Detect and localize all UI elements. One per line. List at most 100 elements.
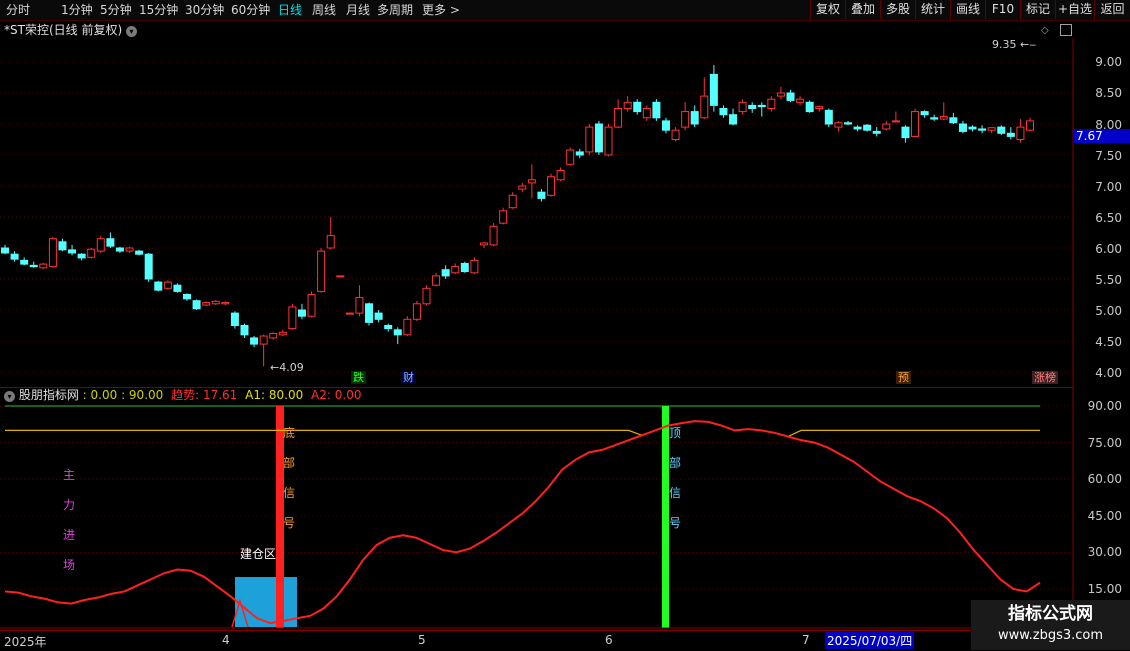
price-tick: 6.00 xyxy=(1095,242,1122,256)
candle-body xyxy=(872,130,881,134)
f10-button[interactable]: F10 xyxy=(985,0,1020,19)
marker-die[interactable]: 跌 xyxy=(351,371,366,384)
candle-body xyxy=(719,108,728,116)
candle-body xyxy=(115,247,124,252)
candle-body xyxy=(336,275,345,278)
a1-line xyxy=(5,420,1040,438)
candle-body xyxy=(1006,132,1015,137)
candle-body xyxy=(642,108,651,119)
statistics-button[interactable]: 统计 xyxy=(915,0,950,19)
candle-body xyxy=(614,108,623,128)
build-zone-label: 建仓区 xyxy=(240,547,277,561)
candle-body xyxy=(930,117,939,120)
indicator-tick: 45.00 xyxy=(1087,509,1122,523)
period-tab-15min[interactable]: 15分钟 xyxy=(139,2,178,18)
marker-zhangting[interactable]: 涨榜 xyxy=(1032,371,1058,384)
candle-body xyxy=(307,294,316,317)
candle-body xyxy=(1016,126,1025,140)
candle-body xyxy=(882,123,891,130)
candle-body xyxy=(987,127,996,131)
candle-body xyxy=(575,151,584,156)
candle-body xyxy=(230,312,239,327)
candle-body xyxy=(20,259,29,265)
candle-body xyxy=(221,302,230,305)
candle-body xyxy=(700,95,709,119)
candle-body xyxy=(77,253,86,259)
date-month-7: 7 xyxy=(802,633,810,647)
period-tab-more[interactable]: 更多 > xyxy=(422,2,460,18)
candle-body xyxy=(997,126,1006,134)
candle-body xyxy=(374,312,383,320)
candle-body xyxy=(537,191,546,199)
period-tab-daily[interactable]: 日线 xyxy=(278,2,302,18)
candle-body xyxy=(259,335,268,345)
add-watchlist-button[interactable]: +自选 xyxy=(1055,0,1094,19)
bottom-signal-label: 底部信号 xyxy=(282,426,295,530)
watermark: 指标公式网 www.zbgs3.com xyxy=(971,600,1130,650)
back-button[interactable]: 返回 xyxy=(1094,0,1130,19)
candle-body xyxy=(968,126,977,130)
candle-body xyxy=(355,297,364,314)
candle-body xyxy=(786,92,795,101)
watermark-title: 指标公式网 xyxy=(1008,604,1093,624)
overlay-button[interactable]: 叠加 xyxy=(845,0,880,19)
period-tab-5min[interactable]: 5分钟 xyxy=(100,2,132,18)
candle-body xyxy=(29,264,38,268)
candle-body xyxy=(412,303,421,320)
candle-body xyxy=(920,111,929,116)
mark-button[interactable]: 标记 xyxy=(1020,0,1055,19)
fuquan-button[interactable]: 复权 xyxy=(810,0,845,19)
period-tab-60min[interactable]: 60分钟 xyxy=(231,2,270,18)
candle-body xyxy=(824,109,833,125)
candle-body xyxy=(776,92,785,97)
period-tab-multi[interactable]: 多周期 xyxy=(377,2,413,18)
candle-body xyxy=(891,120,900,123)
period-tab-30min[interactable]: 30分钟 xyxy=(185,2,224,18)
candle-body xyxy=(317,250,326,292)
candle-body xyxy=(163,281,172,289)
low-price-label: ←4.09 xyxy=(270,361,304,374)
price-grid xyxy=(0,61,1073,373)
candle-body xyxy=(518,185,527,190)
candle-body xyxy=(815,106,824,109)
candle-body xyxy=(939,116,948,120)
candle-body xyxy=(585,126,594,153)
candle-body xyxy=(441,269,450,277)
candle-body xyxy=(748,104,757,110)
marker-cai[interactable]: 财 xyxy=(401,371,416,384)
period-tab-1min[interactable]: 1分钟 xyxy=(61,2,93,18)
diamond-icon[interactable]: ◇ xyxy=(1041,25,1049,36)
candle-body xyxy=(690,111,699,125)
date-month-5: 5 xyxy=(418,633,426,647)
candle-body xyxy=(1026,120,1034,131)
candle-body xyxy=(48,238,57,268)
candle-body xyxy=(709,73,718,106)
multi-stock-button[interactable]: 多股 xyxy=(880,0,915,19)
stock-title-text: *ST荣控(日线 前复权) xyxy=(4,23,123,37)
title-dropdown-icon[interactable]: ▾ xyxy=(125,26,137,37)
candle-body xyxy=(594,123,603,153)
candle-body xyxy=(843,122,852,125)
date-month-6: 6 xyxy=(605,633,613,647)
window-toggle-icon[interactable] xyxy=(1060,24,1072,36)
marker-yu[interactable]: 预 xyxy=(896,371,911,384)
candle-body xyxy=(154,281,163,291)
period-tab-monthly[interactable]: 月线 xyxy=(346,2,370,18)
draw-line-button[interactable]: 画线 xyxy=(950,0,985,19)
main-force-label: 主力进场 xyxy=(62,468,75,572)
candle-body xyxy=(326,235,335,249)
candle-body xyxy=(39,263,48,269)
candle-body xyxy=(853,126,862,130)
toolbar: 分时 1分钟 5分钟 15分钟 30分钟 60分钟 日线 周线 月线 多周期 更… xyxy=(0,0,1130,21)
period-tab-weekly[interactable]: 周线 xyxy=(312,2,336,18)
candle-body xyxy=(144,253,153,280)
period-tab-fenshi[interactable]: 分时 xyxy=(6,2,30,18)
candle-body xyxy=(278,331,287,336)
candle-body xyxy=(403,318,412,336)
candle-body xyxy=(365,303,374,323)
price-tick: 7.00 xyxy=(1095,180,1122,194)
candle-body xyxy=(729,114,738,125)
indicator-tick: 60.00 xyxy=(1087,472,1122,486)
candlesticks xyxy=(1,65,1034,367)
candle-body xyxy=(901,126,910,139)
